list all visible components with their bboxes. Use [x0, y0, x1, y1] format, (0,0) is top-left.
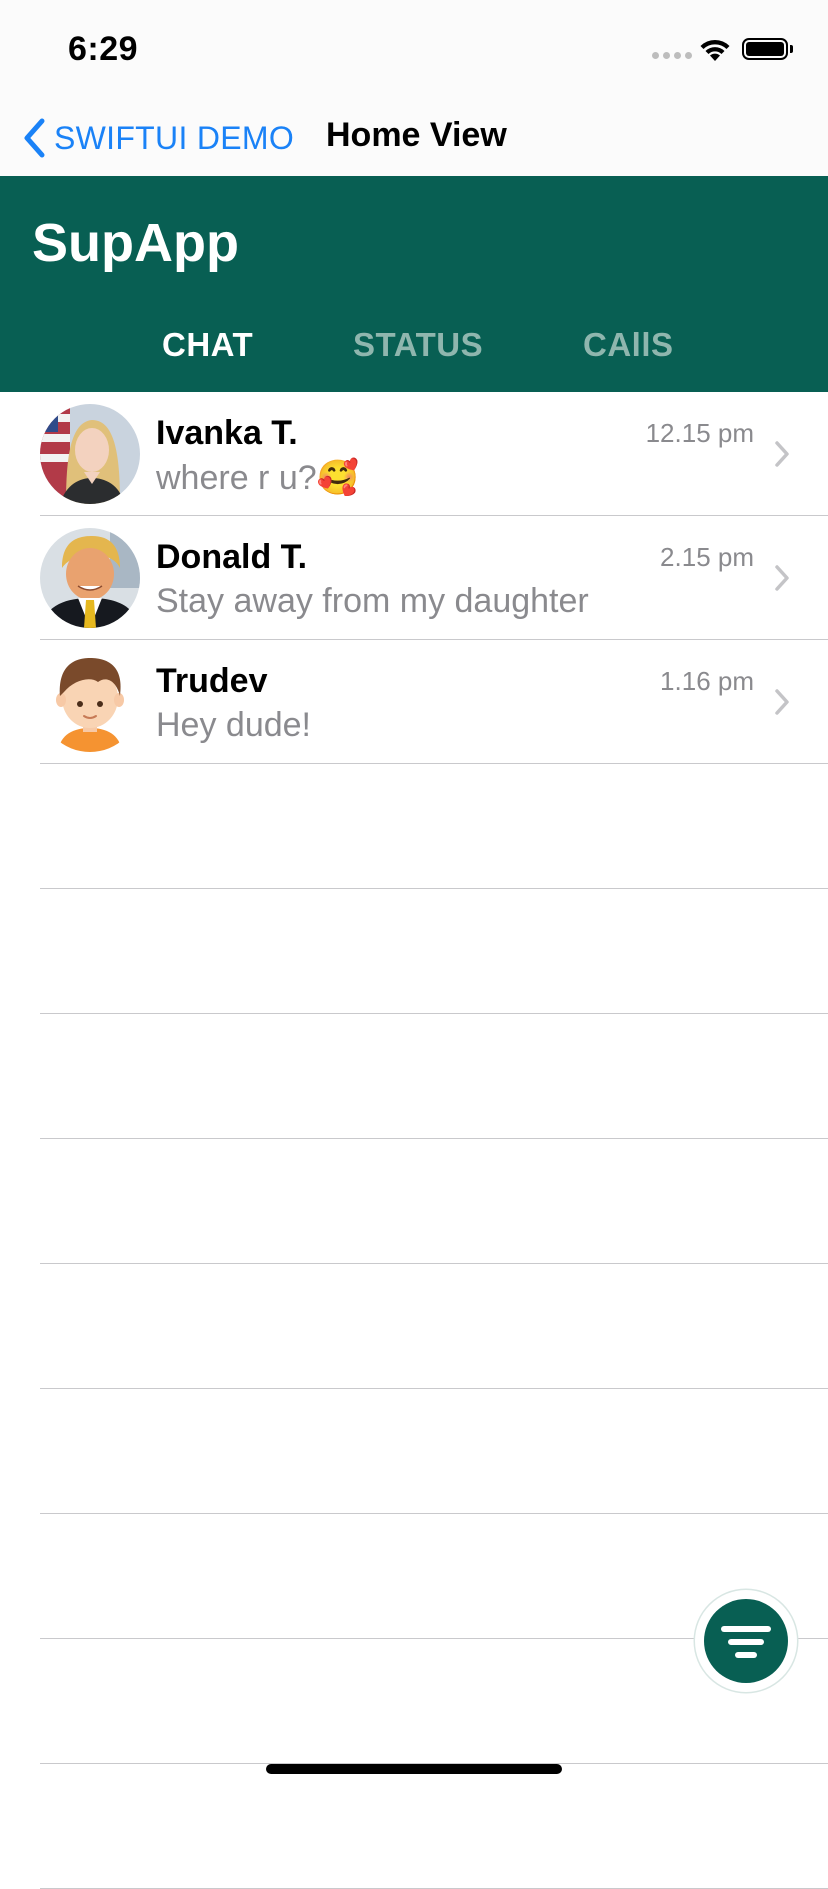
- chat-name: Donald T.: [156, 538, 308, 576]
- chat-row-donald[interactable]: Donald T. Stay away from my daughter 2.1…: [0, 516, 828, 640]
- chevron-left-icon: [24, 118, 45, 158]
- cellular-signal-icon: [652, 52, 692, 59]
- tab-status[interactable]: STATUS: [353, 326, 483, 364]
- empty-list-row: [0, 1764, 828, 1889]
- woman-portrait-avatar: [40, 404, 140, 504]
- chat-preview: Stay away from my daughter: [156, 582, 589, 620]
- back-button-label: SWIFTUI DEMO: [54, 119, 295, 156]
- battery-icon: [742, 38, 788, 60]
- tab-calls[interactable]: CAllS: [583, 326, 674, 364]
- empty-list-row: [0, 1014, 828, 1139]
- chevron-right-icon: [775, 565, 789, 591]
- app-title: SupApp: [32, 213, 239, 273]
- chat-time: 12.15 pm: [645, 418, 754, 448]
- tab-bar: CHAT STATUS CAllS: [0, 326, 828, 376]
- empty-list-row: [0, 1389, 828, 1514]
- chat-name: Ivanka T.: [156, 414, 298, 452]
- smiling-face-with-hearts-emoji: 🥰: [316, 459, 359, 497]
- home-indicator[interactable]: [266, 1764, 562, 1774]
- empty-list-row: [0, 1139, 828, 1264]
- navigation-bar: SWIFTUI DEMO Home View: [0, 100, 828, 176]
- wifi-icon: [700, 39, 730, 61]
- empty-list-row: [0, 1264, 828, 1389]
- chevron-right-icon: [775, 689, 789, 715]
- app-header: SupApp CHAT STATUS CAllS: [0, 176, 828, 392]
- empty-list-row: [0, 764, 828, 889]
- chat-name: Trudev: [156, 662, 268, 700]
- chat-row-trudev[interactable]: Trudev Hey dude! 1.16 pm: [0, 640, 828, 764]
- status-time: 6:29: [68, 30, 139, 68]
- chat-time: 1.16 pm: [660, 666, 754, 696]
- empty-list-row: [0, 889, 828, 1014]
- status-bar: 6:29: [0, 0, 828, 100]
- tab-chat[interactable]: CHAT: [162, 326, 253, 364]
- cartoon-boy-avatar: [40, 652, 140, 752]
- chat-preview: where r u?🥰: [156, 459, 359, 497]
- battery-cap: [790, 45, 793, 53]
- back-button[interactable]: SWIFTUI DEMO: [22, 108, 294, 168]
- chat-preview: Hey dude!: [156, 706, 311, 744]
- filter-lines-icon: [721, 1626, 771, 1658]
- nav-title: Home View: [326, 116, 507, 154]
- chat-row-ivanka[interactable]: Ivanka T. where r u?🥰 12.15 pm: [0, 392, 828, 516]
- chat-time: 2.15 pm: [660, 542, 754, 572]
- man-suit-portrait-avatar: [40, 528, 140, 628]
- chevron-right-icon: [775, 441, 789, 467]
- filter-button[interactable]: [704, 1599, 788, 1683]
